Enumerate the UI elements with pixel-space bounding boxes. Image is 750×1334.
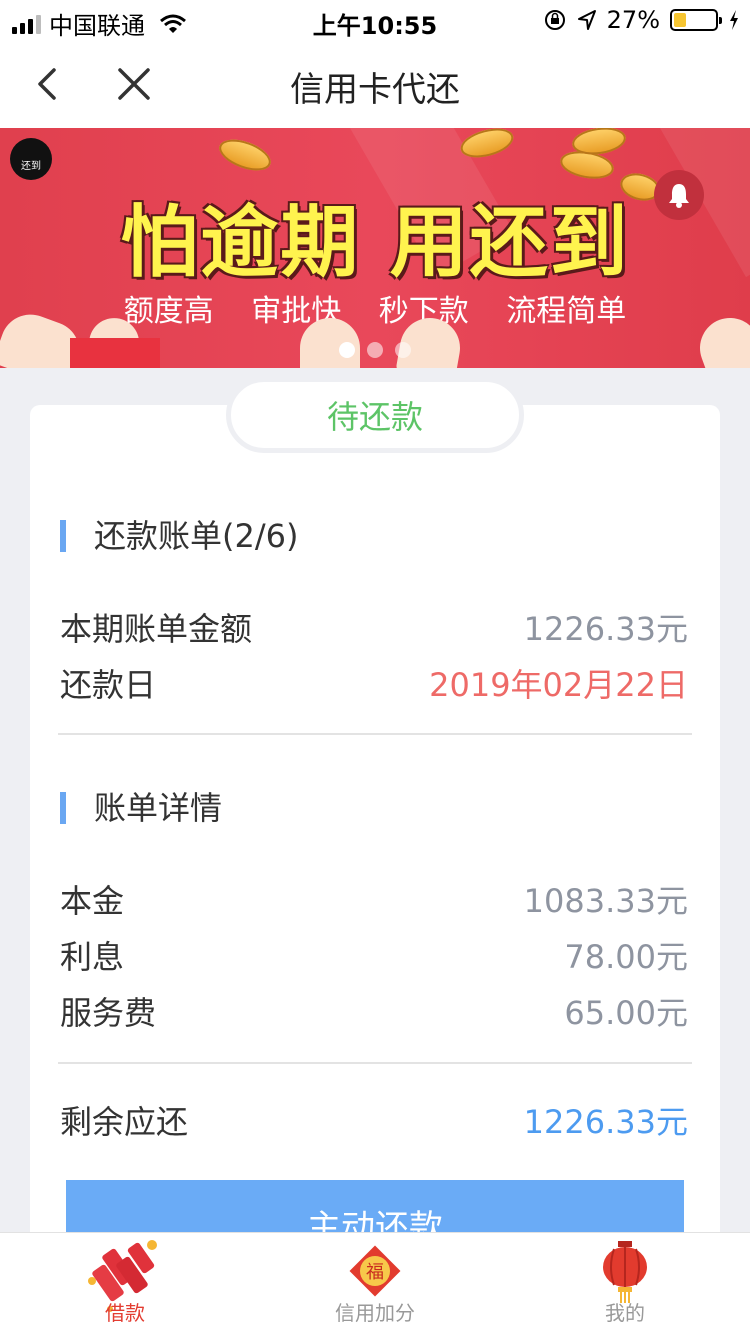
bill-amount-value: 1226.33元 <box>523 610 688 648</box>
brand-logo: 还到 <box>10 138 52 180</box>
principal-value: 1083.33元 <box>523 882 688 920</box>
banner-headline: 怕逾期 用还到 <box>120 198 630 288</box>
svg-text:福: 福 <box>366 1262 384 1283</box>
status-bar: 中国联通 上午10:55 27% <box>0 0 750 40</box>
carousel-dot[interactable] <box>395 342 411 358</box>
promo-banner[interactable]: 还到 怕逾期 用还到 额度高 审批快 秒下款 流程简单 <box>0 128 750 368</box>
tab-label: 我的 <box>605 1301 645 1325</box>
remaining-label: 剩余应还 <box>60 1103 189 1141</box>
tab-loan[interactable]: 借款 <box>0 1233 250 1334</box>
fu-icon: 福 <box>349 1245 401 1297</box>
due-date-row: 还款日 2019年02月22日 <box>60 660 688 706</box>
divider <box>58 733 692 735</box>
carousel-dot[interactable] <box>367 342 383 358</box>
carousel-dot[interactable] <box>339 342 355 358</box>
status-pill: 待还款 <box>226 377 524 453</box>
charging-bolt-icon <box>730 10 738 30</box>
orientation-lock-icon <box>544 10 565 30</box>
service-fee-label: 服务费 <box>60 994 157 1032</box>
due-date-value: 2019年02月22日 <box>429 666 688 704</box>
principal-label: 本金 <box>60 882 125 920</box>
carousel-dots <box>0 342 750 358</box>
due-date-label: 还款日 <box>60 666 157 704</box>
battery-percent: 27% <box>606 6 660 34</box>
tab-label: 借款 <box>105 1301 145 1325</box>
interest-label: 利息 <box>60 938 125 976</box>
service-fee-row: 服务费 65.00元 <box>60 988 688 1034</box>
tab-mine[interactable]: 我的 <box>500 1233 750 1334</box>
bill-amount-row: 本期账单金额 1226.33元 <box>60 604 688 650</box>
location-arrow-icon <box>577 10 596 30</box>
tab-credit-boost[interactable]: 福 信用加分 <box>250 1233 500 1334</box>
service-fee-value: 65.00元 <box>564 994 688 1032</box>
status-right: 27% <box>543 6 740 34</box>
divider <box>58 1062 692 1064</box>
coin-icon <box>215 133 275 177</box>
remaining-value: 1226.33元 <box>523 1103 688 1141</box>
page-title: 信用卡代还 <box>290 70 460 110</box>
remaining-row: 剩余应还 1226.33元 <box>60 1097 688 1143</box>
tab-label: 信用加分 <box>335 1301 415 1325</box>
bill-section-title: 还款账单(2/6) <box>60 520 298 552</box>
interest-row: 利息 78.00元 <box>60 932 688 978</box>
bill-amount-label: 本期账单金额 <box>60 610 253 648</box>
principal-row: 本金 1083.33元 <box>60 876 688 922</box>
interest-value: 78.00元 <box>564 938 688 976</box>
bell-icon[interactable] <box>654 170 704 220</box>
battery-icon <box>670 9 722 31</box>
lantern-icon <box>603 1241 647 1303</box>
nav-bar: 信用卡代还 <box>0 40 750 128</box>
tab-bar: 借款 福 信用加分 我的 <box>0 1232 750 1334</box>
details-section-title: 账单详情 <box>60 792 222 824</box>
